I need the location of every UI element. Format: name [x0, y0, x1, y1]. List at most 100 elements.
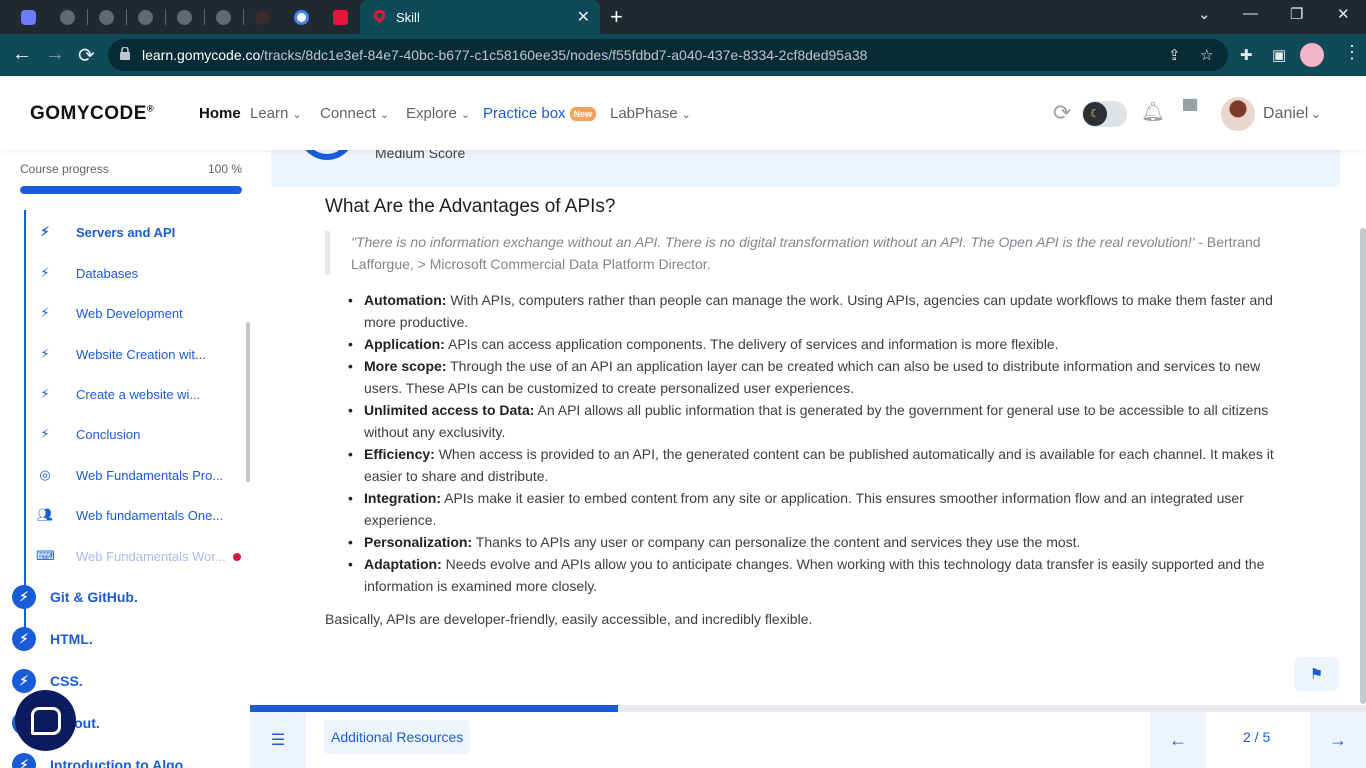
- list-item: Adaptation: Needs evolve and APIs allow …: [346, 553, 1274, 597]
- tab-divider: [243, 9, 244, 25]
- nav-practice-label: Practice box: [483, 105, 566, 122]
- share-icon[interactable]: ⇪: [1168, 46, 1181, 64]
- report-flag-button[interactable]: ⚑: [1294, 657, 1339, 691]
- sidebar-item-servers-and-api[interactable]: ⚡︎ Servers and API: [36, 221, 175, 243]
- tab-favicon-google-icon[interactable]: [291, 7, 311, 27]
- chat-icon[interactable]: ▀: [1183, 100, 1197, 123]
- forward-button[interactable]: →: [45, 43, 65, 66]
- list-item-text: APIs make it easier to embed content fro…: [364, 490, 1244, 528]
- list-item-text: With APIs, computers rather than people …: [364, 292, 1273, 330]
- next-page-button[interactable]: →: [1310, 712, 1366, 768]
- new-badge: New: [569, 107, 597, 122]
- back-button[interactable]: ←: [12, 43, 32, 66]
- sidebar-item-web-fundamentals-workshop[interactable]: ⌨︎ Web Fundamentals Wor...: [36, 545, 226, 567]
- list-item: Efficiency: When access is provided to a…: [346, 443, 1274, 487]
- article-title: What Are the Advantages of APIs?: [325, 196, 616, 217]
- address-bar[interactable]: learn.gomycode.co/tracks/8dc1e3ef-84e7-4…: [108, 39, 1228, 71]
- chapter-intro-algo[interactable]: ⚡︎ Introduction to Algo...: [12, 753, 195, 768]
- maximize-icon[interactable]: ❐: [1290, 5, 1303, 23]
- tab-favicon-app-icon[interactable]: [18, 7, 38, 27]
- module-timeline: [24, 210, 26, 630]
- nav-explore[interactable]: Explore ⌄: [406, 105, 470, 122]
- sidebar-item-web-fundamentals-one[interactable]: 👥︎ Web fundamentals One...: [36, 504, 223, 526]
- sidebar-scrollbar[interactable]: [246, 322, 250, 482]
- tab-favicon-globe-icon[interactable]: [135, 7, 155, 27]
- minimize-icon[interactable]: —: [1243, 5, 1258, 22]
- side-panel-icon[interactable]: ▣: [1272, 46, 1286, 64]
- list-item-term: Unlimited access to Data:: [364, 402, 535, 418]
- sidebar-item-conclusion[interactable]: ⚡︎ Conclusion: [36, 423, 140, 445]
- logo-text: GOMYCODE: [30, 103, 147, 124]
- chevron-down-icon: ⌄: [460, 109, 471, 121]
- table-of-contents-button[interactable]: ☰: [250, 712, 306, 768]
- lesson-footer: ☰ Additional Resources ← 2 / 5 →: [250, 712, 1366, 768]
- gomycode-favicon-icon: [373, 9, 386, 24]
- list-item-term: Application:: [364, 336, 445, 352]
- bookmark-star-icon[interactable]: ☆: [1200, 46, 1213, 64]
- score-panel: Medium Score: [271, 130, 1340, 187]
- site-header: GOMYCODE® Home Learn ⌄ Connect ⌄ Explore ⌄ …: [0, 76, 1366, 150]
- nav-labphase[interactable]: LabPhase ⌄: [610, 105, 691, 122]
- sidebar-item-label: Create a website wi...: [76, 386, 201, 402]
- tab-favicon-dark-icon[interactable]: [252, 7, 272, 27]
- lesson-progress-bar: [250, 705, 1366, 712]
- nav-learn[interactable]: Learn ⌄: [250, 105, 302, 122]
- article-summary: Basically, APIs are developer-friendly, …: [325, 611, 813, 627]
- sidebar-item-web-fundamentals-project[interactable]: ◎ Web Fundamentals Pro...: [36, 464, 223, 486]
- tab-favicon-globe-icon[interactable]: [57, 7, 77, 27]
- user-menu[interactable]: Daniel ⌄: [1263, 105, 1321, 123]
- list-item: Application: APIs can access application…: [346, 333, 1274, 355]
- nav-practice-box[interactable]: Practice box New: [483, 105, 597, 122]
- reload-button[interactable]: ⟳: [78, 43, 95, 68]
- lightning-icon: ⚡︎: [12, 669, 36, 693]
- chapter-html[interactable]: ⚡︎ HTML.: [12, 627, 93, 651]
- chapter-git-github[interactable]: ⚡︎ Git & GitHub.: [12, 585, 138, 609]
- tab-favicon-globe-icon[interactable]: [213, 7, 233, 27]
- nav-connect[interactable]: Connect ⌄: [320, 105, 389, 122]
- sidebar-item-website-creation[interactable]: ⚡︎ Website Creation wit...: [36, 343, 205, 365]
- extensions-icon[interactable]: ✚: [1240, 46, 1253, 64]
- nav-connect-label: Connect: [320, 105, 376, 122]
- article-quote: "There is no information exchange withou…: [325, 231, 1265, 275]
- sidebar-item-databases[interactable]: ⚡︎ Databases: [36, 262, 138, 284]
- active-tab[interactable]: Skill ✕: [360, 0, 600, 34]
- profile-avatar[interactable]: [1300, 43, 1324, 67]
- lightning-icon: ⚡︎: [40, 426, 50, 441]
- new-tab-button[interactable]: +: [610, 4, 623, 30]
- gomycode-logo[interactable]: GOMYCODE®: [30, 103, 154, 125]
- browser-menu-icon[interactable]: ⋮: [1343, 42, 1361, 63]
- refresh-icon[interactable]: ⟳: [1053, 100, 1071, 126]
- course-progress-fill: [20, 186, 242, 194]
- list-item-text: Needs evolve and APIs allow you to antic…: [364, 556, 1265, 594]
- sidebar-item-label: Servers and API: [76, 224, 176, 240]
- course-sidebar: Course progress 100 % ⚡︎ Servers and API …: [0, 150, 250, 768]
- lightning-icon: ⚡︎: [40, 305, 50, 320]
- dark-mode-toggle[interactable]: ☾: [1082, 101, 1127, 127]
- window-close-icon[interactable]: ✕: [1337, 5, 1350, 23]
- sidebar-item-web-development[interactable]: ⚡︎ Web Development: [36, 302, 182, 324]
- support-chat-button[interactable]: [15, 690, 76, 751]
- additional-resources-button[interactable]: Additional Resources: [324, 720, 471, 754]
- sidebar-item-create-website[interactable]: ⚡︎ Create a website wi...: [36, 383, 200, 405]
- browser-toolbar: ← → ⟳ learn.gomycode.co/tracks/8dc1e3ef-…: [0, 34, 1366, 76]
- tab-favicon-red-icon[interactable]: [330, 7, 350, 27]
- sidebar-item-label: Conclusion: [76, 426, 141, 442]
- bell-icon[interactable]: 🔔︎: [1141, 100, 1165, 124]
- target-icon: ◎: [39, 467, 51, 482]
- tab-favicon-globe-icon[interactable]: [96, 7, 116, 27]
- quote-text: "There is no information exchange withou…: [351, 234, 1195, 250]
- user-avatar[interactable]: [1221, 97, 1255, 131]
- browser-tab-strip: Skill ✕ + ⌄ — ❐ ✕: [0, 0, 1366, 34]
- list-item-text: When access is provided to an API, the g…: [364, 446, 1274, 484]
- close-tab-icon[interactable]: ✕: [577, 7, 590, 27]
- tab-search-icon[interactable]: ⌄: [1198, 5, 1211, 23]
- list-item-term: Integration:: [364, 490, 441, 506]
- tab-favicon-globe-icon[interactable]: [174, 7, 194, 27]
- previous-page-button[interactable]: ←: [1150, 712, 1206, 768]
- url-path: /tracks/8dc1e3ef-84e7-40bc-b677-c1c58160…: [260, 47, 868, 63]
- tab-divider: [87, 9, 88, 25]
- content-scrollbar[interactable]: [1360, 228, 1366, 704]
- course-progress-label: Course progress: [20, 162, 109, 176]
- list-item-term: More scope:: [364, 358, 447, 374]
- nav-home[interactable]: Home: [199, 105, 241, 122]
